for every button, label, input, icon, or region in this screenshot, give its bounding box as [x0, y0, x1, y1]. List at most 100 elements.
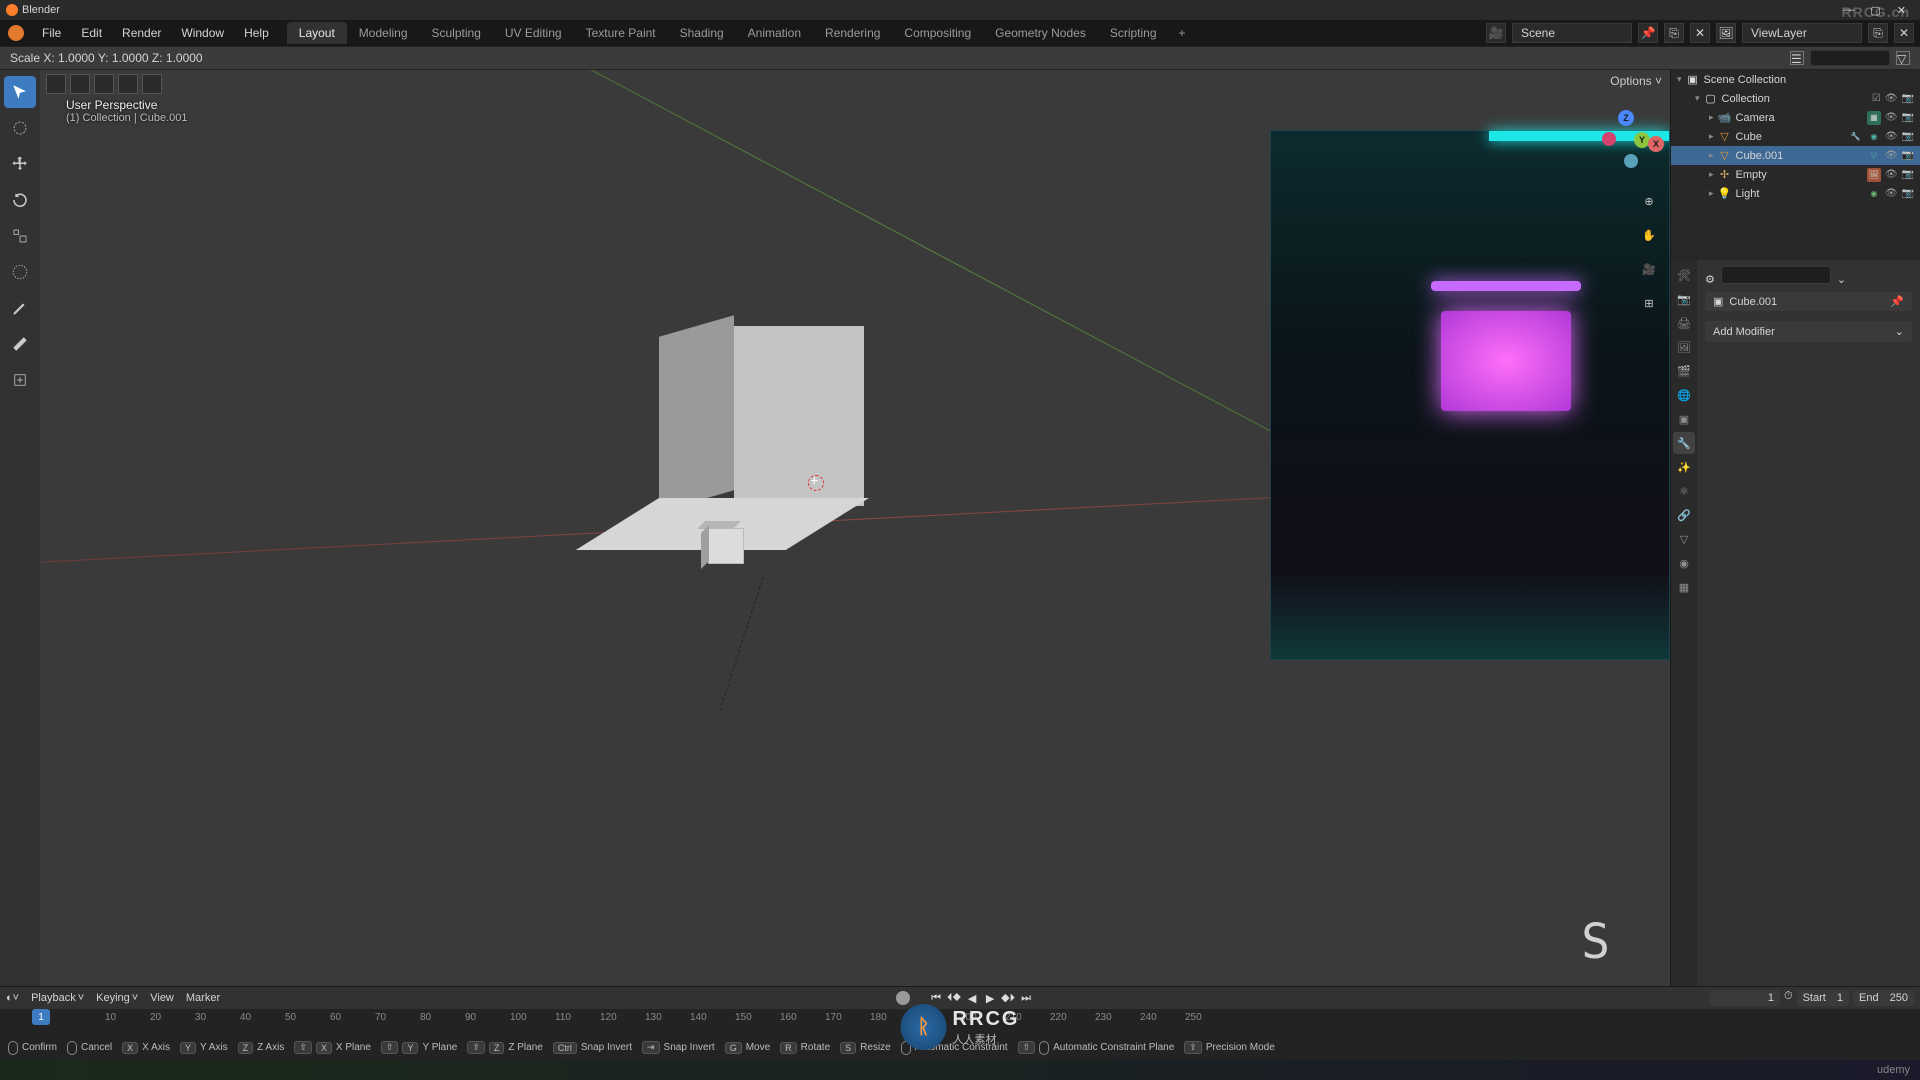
move-tool[interactable]	[4, 148, 36, 180]
visibility-icon[interactable]: 👁	[1885, 169, 1898, 180]
tab-rendering[interactable]: Rendering	[813, 22, 892, 44]
render-icon[interactable]: 📷	[1902, 188, 1914, 199]
overlay-select-sync-icon[interactable]	[46, 74, 66, 94]
rotate-tool[interactable]	[4, 184, 36, 216]
current-frame-input[interactable]: 1	[1710, 990, 1780, 1006]
menu-file[interactable]: File	[32, 20, 71, 46]
viewlayer-browse-icon[interactable]: 🖼	[1716, 23, 1736, 43]
tab-animation[interactable]: Animation	[736, 22, 813, 44]
visibility-icon[interactable]: 👁	[1885, 93, 1898, 104]
prop-tab-data[interactable]: ▽	[1673, 528, 1695, 550]
persp-ortho-icon[interactable]: ⊞	[1638, 292, 1660, 314]
timeline-view-menu[interactable]: View	[150, 992, 174, 1004]
timeline-marker-menu[interactable]: Marker	[186, 992, 220, 1004]
outliner-display-mode-icon[interactable]: ☰	[1790, 51, 1804, 65]
menu-edit[interactable]: Edit	[71, 20, 112, 46]
autokey-record-icon[interactable]	[896, 991, 910, 1005]
menu-window[interactable]: Window	[171, 20, 234, 46]
prop-tab-output[interactable]: 🖨	[1673, 312, 1695, 334]
pan-icon[interactable]: ✋	[1638, 224, 1660, 246]
tab-uv-editing[interactable]: UV Editing	[493, 22, 574, 44]
prop-tab-texture[interactable]: ▦	[1673, 576, 1695, 598]
viewlayer-selector[interactable]: ViewLayer	[1742, 23, 1862, 43]
add-cube-tool[interactable]	[4, 364, 36, 396]
properties-search-input[interactable]	[1721, 266, 1831, 284]
outliner-item-camera[interactable]: ▸📹 Camera ▦ 👁📷	[1671, 108, 1920, 127]
start-frame-input[interactable]: Start 1	[1797, 990, 1849, 1006]
prop-tab-constraints[interactable]: 🔗	[1673, 504, 1695, 526]
tab-shading[interactable]: Shading	[668, 22, 736, 44]
scene-selector[interactable]: Scene	[1512, 23, 1632, 43]
nav-gizmo[interactable]: Z Y X	[1596, 110, 1656, 170]
timeline-playhead[interactable]: 1	[32, 1009, 50, 1025]
collection-checkbox-icon[interactable]: ☑	[1872, 93, 1881, 104]
overlay-show-gizmo-icon[interactable]	[70, 74, 90, 94]
visibility-icon[interactable]: 👁	[1885, 112, 1898, 123]
prop-tab-scene[interactable]: 🎬	[1673, 360, 1695, 382]
prop-tab-tool[interactable]: 🛠	[1673, 264, 1695, 286]
tab-scripting[interactable]: Scripting	[1098, 22, 1169, 44]
outliner-filter-icon[interactable]: ▽	[1896, 51, 1910, 65]
render-icon[interactable]: 📷	[1902, 93, 1914, 104]
scene-pin-icon[interactable]: 📌	[1638, 23, 1658, 43]
visibility-icon[interactable]: 👁	[1885, 150, 1898, 161]
gizmo-neg-axis-2[interactable]	[1624, 154, 1638, 168]
timeline-keying-menu[interactable]: Keying ˅	[96, 992, 138, 1004]
prop-tab-render[interactable]: 📷	[1673, 288, 1695, 310]
prop-tab-viewlayer[interactable]: 🖼	[1673, 336, 1695, 358]
annotate-tool[interactable]	[4, 292, 36, 324]
visibility-icon[interactable]: 👁	[1885, 131, 1898, 142]
tab-texture-paint[interactable]: Texture Paint	[574, 22, 668, 44]
prop-tab-particles[interactable]: ✨	[1673, 456, 1695, 478]
render-icon[interactable]: 📷	[1902, 131, 1914, 142]
scene-close-icon[interactable]: ✕	[1690, 23, 1710, 43]
outliner-item-cube[interactable]: ▸▽ Cube 🔧 ◉ 👁📷	[1671, 127, 1920, 146]
render-icon[interactable]: 📷	[1902, 169, 1914, 180]
transform-tool[interactable]	[4, 256, 36, 288]
viewlayer-add-icon[interactable]: ⎘	[1868, 23, 1888, 43]
properties-options-icon[interactable]: ⌄	[1837, 273, 1846, 286]
render-icon[interactable]: 📷	[1902, 112, 1914, 123]
timeline-editor-type-icon[interactable]: ◐˅	[6, 992, 19, 1004]
tab-layout[interactable]: Layout	[287, 22, 347, 44]
overlay-xray-icon[interactable]	[118, 74, 138, 94]
pin-icon[interactable]: 📌	[1890, 295, 1904, 308]
tab-sculpting[interactable]: Sculpting	[420, 22, 493, 44]
viewlayer-close-icon[interactable]: ✕	[1894, 23, 1914, 43]
outliner-item-empty[interactable]: ▸✢ Empty 🖼 👁📷	[1671, 165, 1920, 184]
outliner-search-input[interactable]	[1810, 50, 1890, 66]
menu-render[interactable]: Render	[112, 20, 171, 46]
timeline-playback-menu[interactable]: Playback ˅	[31, 992, 84, 1004]
prop-tab-object[interactable]: ▣	[1673, 408, 1695, 430]
viewport-options-dropdown[interactable]: Options ˅	[1610, 74, 1662, 88]
prop-tab-material[interactable]: ◉	[1673, 552, 1695, 574]
outliner-collection[interactable]: ▾▢ Collection ☑👁📷	[1671, 89, 1920, 108]
menu-help[interactable]: Help	[234, 20, 279, 46]
outliner-item-light[interactable]: ▸💡 Light ◉ 👁📷	[1671, 184, 1920, 203]
visibility-icon[interactable]: 👁	[1885, 188, 1898, 199]
end-frame-input[interactable]: End 250	[1853, 990, 1914, 1006]
tab-modeling[interactable]: Modeling	[347, 22, 420, 44]
scale-tool[interactable]	[4, 220, 36, 252]
cursor-tool[interactable]	[4, 112, 36, 144]
tab-geometry-nodes[interactable]: Geometry Nodes	[983, 22, 1098, 44]
outliner-scene-collection[interactable]: ▾▣ Scene Collection	[1671, 70, 1920, 89]
select-box-tool[interactable]	[4, 76, 36, 108]
prop-tab-world[interactable]: 🌐	[1673, 384, 1695, 406]
render-icon[interactable]: 📷	[1902, 150, 1914, 161]
jump-end-icon[interactable]: ⏭	[1018, 990, 1034, 1006]
camera-view-icon[interactable]: 🎥	[1638, 258, 1660, 280]
stopwatch-icon[interactable]: ⏱	[1784, 990, 1793, 1006]
viewport-3d[interactable]: User Perspective (1) Collection | Cube.0…	[40, 70, 1670, 986]
tab-compositing[interactable]: Compositing	[892, 22, 983, 44]
gizmo-x-axis[interactable]: X	[1648, 136, 1664, 152]
gizmo-neg-axis-1[interactable]	[1602, 132, 1616, 146]
scene-add-icon[interactable]: ⎘	[1664, 23, 1684, 43]
prop-tab-modifier[interactable]: 🔧	[1673, 432, 1695, 454]
properties-editor-icon[interactable]: ⚙︎	[1705, 273, 1715, 286]
scene-browse-icon[interactable]: 🎥	[1486, 23, 1506, 43]
gizmo-z-axis[interactable]: Z	[1618, 110, 1634, 126]
measure-tool[interactable]	[4, 328, 36, 360]
properties-datapath[interactable]: ▣ Cube.001 📌	[1705, 292, 1912, 311]
prop-tab-physics[interactable]: ⚛	[1673, 480, 1695, 502]
